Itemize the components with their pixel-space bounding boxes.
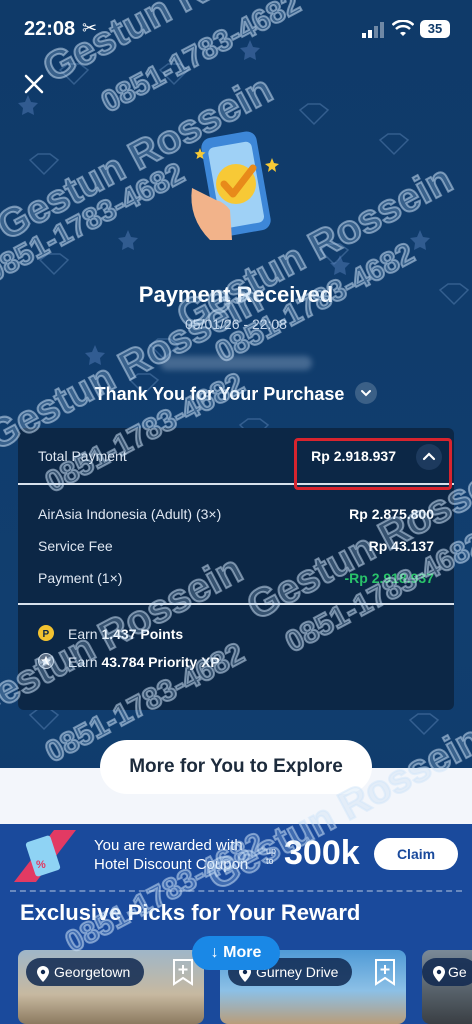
chevron-up-icon (422, 452, 436, 461)
more-label: More (223, 944, 262, 961)
arrow-down-icon: ↓ (210, 944, 219, 961)
more-button[interactable]: ↓ More (192, 936, 280, 970)
signal-icon (362, 22, 384, 38)
wifi-icon (392, 20, 414, 36)
location-pin-icon (37, 966, 49, 982)
location-pin-icon (433, 966, 445, 982)
svg-text:P: P (43, 629, 50, 640)
close-icon[interactable] (22, 72, 46, 96)
payment-received-screen: 22:08 ✂ 35 Payment Received 05/01/26 - 2… (0, 0, 472, 1024)
destination-card[interactable]: Georgetown (18, 950, 204, 1024)
picks-title: Exclusive Picks for Your Reward (20, 900, 361, 925)
claim-button[interactable]: Claim (374, 838, 458, 870)
location-name: Georgetown (54, 964, 131, 980)
collapse-button[interactable] (416, 444, 442, 470)
svg-text:%: % (36, 859, 46, 871)
ticket-icon: % (14, 830, 76, 882)
line-item-label: Payment (1×) (38, 570, 123, 586)
line-item-label: AirAsia Indonesia (Adult) (3×) (38, 506, 222, 522)
destination-card[interactable]: Ge (422, 950, 472, 1024)
explore-more-button[interactable]: More for You to Explore (100, 740, 372, 794)
location-chip: Georgetown (26, 958, 145, 986)
chevron-down-icon (355, 382, 378, 405)
location-chip: Ge (422, 958, 472, 986)
points-coin-icon: P (38, 625, 54, 641)
bookmark-add-icon[interactable] (372, 958, 398, 986)
battery-indicator: 35 (420, 20, 450, 38)
line-item-label: Service Fee (38, 538, 113, 554)
location-name: Ge (448, 964, 467, 980)
bookmark-add-icon[interactable] (170, 958, 196, 986)
